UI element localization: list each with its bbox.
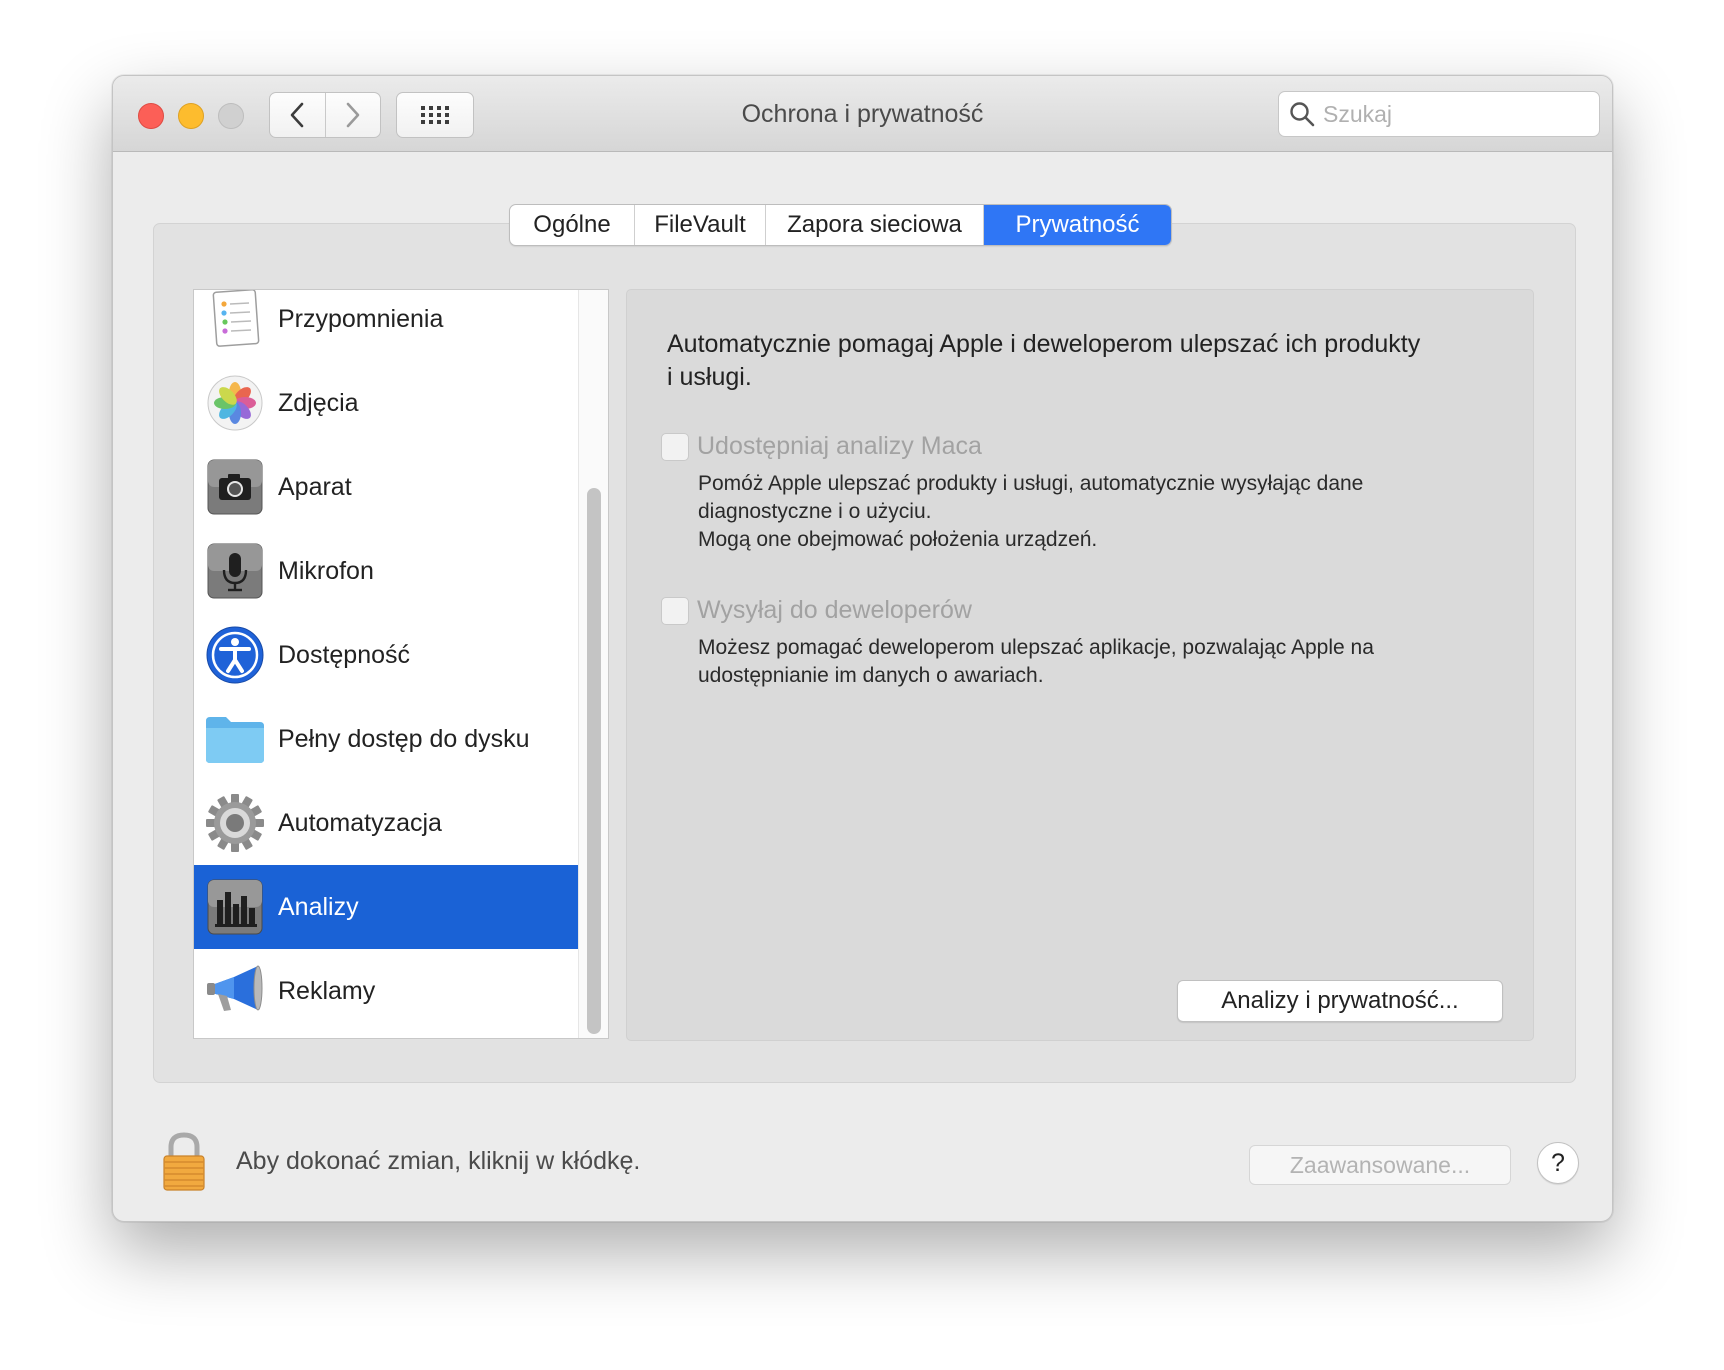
search-icon bbox=[1290, 102, 1315, 127]
reminders-icon bbox=[202, 290, 268, 352]
sidebar-item-camera[interactable]: Aparat bbox=[194, 445, 578, 529]
tab-firewall[interactable]: Zapora sieciowa bbox=[765, 205, 983, 245]
sidebar-item-label: Mikrofon bbox=[278, 556, 374, 585]
search-field[interactable] bbox=[1278, 91, 1600, 137]
forward-button[interactable] bbox=[324, 93, 380, 137]
share-mac-analytics-description: Pomóż Apple ulepszać produkty i usługi, … bbox=[698, 470, 1498, 554]
accessibility-icon bbox=[202, 622, 268, 688]
lock-icon[interactable] bbox=[161, 1131, 207, 1193]
share-developers-checkbox[interactable] bbox=[661, 596, 689, 625]
share-developers-row: Wysyłaj do deweloperów bbox=[661, 596, 972, 625]
camera-icon bbox=[202, 454, 268, 520]
sidebar-item-label: Dostępność bbox=[278, 640, 411, 669]
navigation-buttons bbox=[269, 92, 381, 138]
sidebar-item-label: Pełny dostęp do dysku bbox=[278, 724, 530, 753]
minimize-window-button[interactable] bbox=[178, 103, 204, 129]
tab-bar: Ogólne FileVault Zapora sieciowa Prywatn… bbox=[509, 204, 1172, 246]
analytics-privacy-button[interactable]: Analizy i prywatność... bbox=[1177, 980, 1503, 1022]
search-input[interactable] bbox=[1323, 100, 1583, 128]
folder-icon bbox=[202, 706, 268, 772]
scrollbar-thumb[interactable] bbox=[587, 488, 601, 1034]
lock-hint-text: Aby dokonać zmian, kliknij w kłódkę. bbox=[236, 1147, 641, 1175]
grid-icon bbox=[421, 106, 449, 124]
share-developers-description: Możesz pomagać deweloperom ulepszać apli… bbox=[698, 634, 1498, 690]
share-mac-analytics-label: Udostępniaj analizy Maca bbox=[697, 432, 982, 460]
back-button[interactable] bbox=[270, 93, 325, 137]
chevron-right-icon bbox=[346, 102, 360, 128]
help-button[interactable]: ? bbox=[1537, 1142, 1579, 1184]
share-mac-analytics-row: Udostępniaj analizy Maca bbox=[661, 432, 982, 461]
detail-headline: Automatycznie pomagaj Apple i dewelopero… bbox=[667, 330, 1421, 391]
sidebar-item-automation[interactable]: Automatyzacja bbox=[194, 781, 578, 865]
sidebar-item-label: Zdjęcia bbox=[278, 388, 359, 417]
privacy-category-list: Przypomnienia Zdjęcia Aparat Mikrofon Do… bbox=[193, 289, 609, 1039]
close-window-button[interactable] bbox=[138, 103, 164, 129]
megaphone-icon bbox=[202, 958, 268, 1024]
title-bar: Ochrona i prywatność bbox=[113, 76, 1612, 152]
sidebar-item-label: Analizy bbox=[278, 892, 359, 921]
chevron-left-icon bbox=[291, 102, 304, 128]
advanced-button[interactable]: Zaawansowane... bbox=[1249, 1145, 1511, 1185]
analytics-detail-panel: Automatycznie pomagaj Apple i dewelopero… bbox=[626, 289, 1534, 1041]
zoom-window-button[interactable] bbox=[218, 103, 244, 129]
preferences-window: Ochrona i prywatność Ogólne FileVault Za… bbox=[112, 75, 1613, 1222]
sidebar-item-ads[interactable]: Reklamy bbox=[194, 949, 578, 1033]
photos-icon bbox=[202, 370, 268, 436]
description-line: Możesz pomagać deweloperom ulepszać apli… bbox=[698, 636, 1374, 687]
analytics-chart-icon bbox=[202, 874, 268, 940]
sidebar-item-accessibility[interactable]: Dostępność bbox=[194, 613, 578, 697]
sidebar-item-photos[interactable]: Zdjęcia bbox=[194, 361, 578, 445]
sidebar-item-label: Reklamy bbox=[278, 976, 376, 1005]
share-developers-label: Wysyłaj do deweloperów bbox=[697, 596, 972, 624]
show-all-button[interactable] bbox=[396, 92, 474, 138]
sidebar-item-label: Automatyzacja bbox=[278, 808, 442, 837]
sidebar-item-full-disk-access[interactable]: Pełny dostęp do dysku bbox=[194, 697, 578, 781]
tab-general[interactable]: Ogólne bbox=[510, 205, 634, 245]
microphone-icon bbox=[202, 538, 268, 604]
list-scrollbar[interactable] bbox=[578, 290, 608, 1038]
tab-privacy[interactable]: Prywatność bbox=[983, 205, 1171, 245]
sidebar-item-reminders[interactable]: Przypomnienia bbox=[194, 290, 578, 361]
description-line: Pomóż Apple ulepszać produkty i usługi, … bbox=[698, 472, 1364, 523]
sidebar-item-label: Przypomnienia bbox=[278, 304, 444, 333]
sidebar-item-label: Aparat bbox=[278, 472, 352, 501]
description-line: Mogą one obejmować położenia urządzeń. bbox=[698, 528, 1098, 551]
share-mac-analytics-checkbox[interactable] bbox=[661, 432, 689, 461]
sidebar-item-microphone[interactable]: Mikrofon bbox=[194, 529, 578, 613]
gear-icon bbox=[202, 790, 268, 856]
tab-filevault[interactable]: FileVault bbox=[634, 205, 765, 245]
sidebar-item-analytics[interactable]: Analizy bbox=[194, 865, 578, 949]
